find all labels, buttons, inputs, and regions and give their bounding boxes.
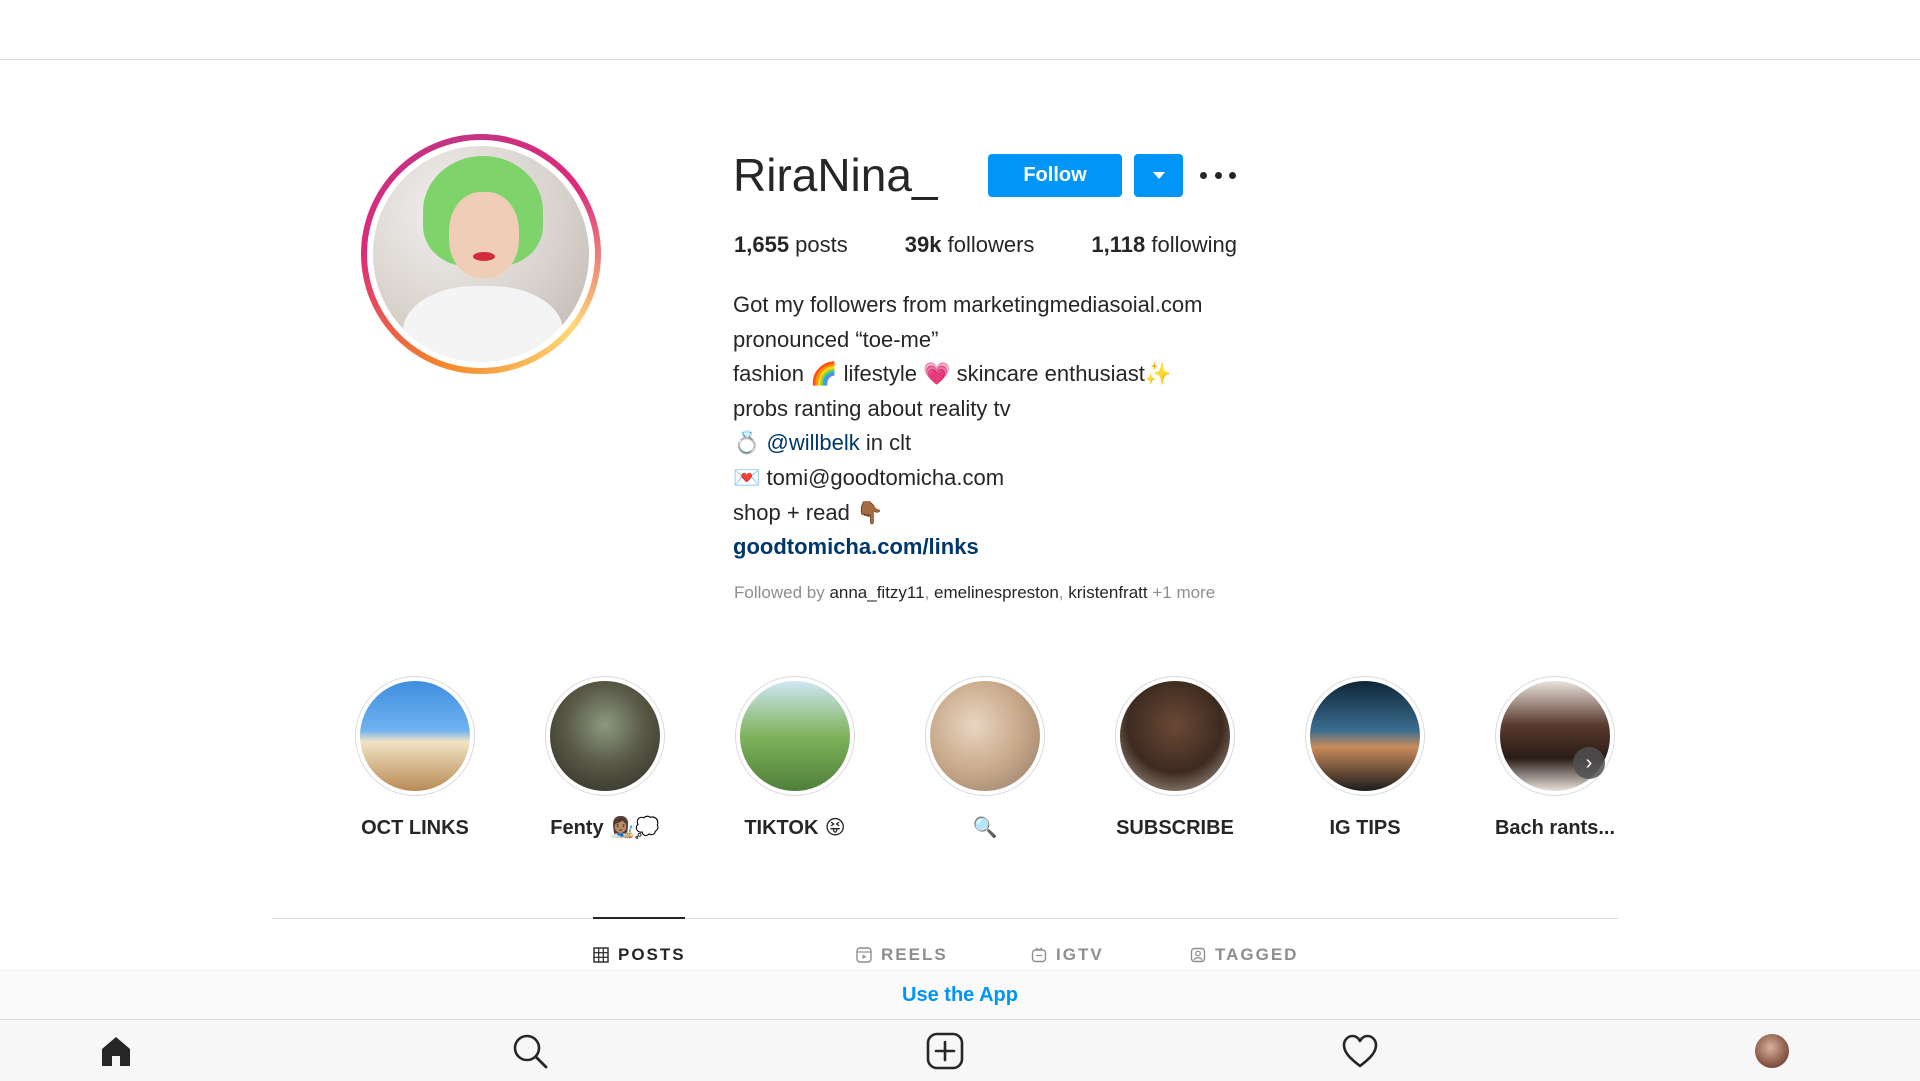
- followed-by[interactable]: Followed by anna_fitzy11, emelinespresto…: [734, 583, 1215, 603]
- bottom-navigation: [0, 1019, 1920, 1081]
- activity-heart-icon: [1342, 1034, 1378, 1068]
- magnifier-emoji: 🔍: [972, 815, 998, 839]
- top-bar: [0, 0, 1920, 60]
- more-dots-icon: [1200, 171, 1207, 179]
- follower-account-link[interactable]: anna_fitzy11: [829, 583, 924, 602]
- nav-search-button[interactable]: [510, 1031, 550, 1071]
- more-options-button[interactable]: [1198, 160, 1238, 190]
- home-icon: [102, 1037, 130, 1066]
- story-highlights: OCT LINKS Fenty 👩🏽‍🎨💭 TIKTOK 😝 🔍 SUBSCRI…: [330, 676, 1615, 846]
- bio-line: shop + read 👇🏾: [733, 499, 884, 526]
- highlight-cover: [1120, 681, 1230, 791]
- nav-profile-button[interactable]: [1752, 1031, 1792, 1071]
- follower-account-link[interactable]: emelinespreston: [934, 583, 1059, 602]
- highlight-bach-rants[interactable]: Bach rants...: [1470, 676, 1640, 840]
- igtv-icon: [1031, 947, 1047, 963]
- bio-line: goodtomicha.com/links: [733, 530, 1202, 565]
- highlight-search[interactable]: 🔍: [900, 676, 1070, 840]
- highlight-subscribe[interactable]: SUBSCRIBE: [1090, 676, 1260, 840]
- profile-avatar-small: [1755, 1034, 1789, 1068]
- tab-reels[interactable]: REELS: [856, 945, 948, 965]
- profile-username: RiraNina_: [733, 149, 938, 201]
- nav-new-post-button[interactable]: [925, 1031, 965, 1071]
- highlight-cover: [360, 681, 470, 791]
- bio-line: Got my followers from marketingmediasoia…: [733, 292, 1203, 317]
- tab-posts[interactable]: POSTS: [593, 945, 686, 965]
- bio-line: fashion 🌈 lifestyle 💗 skincare enthusias…: [733, 361, 1173, 388]
- pointing-down-emoji: 👇🏾: [855, 500, 884, 526]
- caret-down-icon: [1152, 172, 1165, 179]
- highlight-cover: [740, 681, 850, 791]
- bio-mention-link[interactable]: @willbelk: [767, 430, 860, 455]
- following-link[interactable]: 1,118 following: [1091, 232, 1237, 258]
- bio-line: 💌 tomi@goodtomicha.com: [733, 464, 1005, 491]
- active-tab-indicator: [593, 917, 685, 919]
- grid-icon: [593, 947, 609, 963]
- tab-tagged[interactable]: TAGGED: [1190, 945, 1298, 965]
- new-post-icon: [926, 1032, 964, 1070]
- tab-igtv[interactable]: IGTV: [1031, 945, 1104, 965]
- profile-bio: Got my followers from marketingmediasoia…: [733, 288, 1202, 565]
- use-the-app-banner[interactable]: Use the App: [0, 970, 1920, 1021]
- profile-avatar: [373, 146, 589, 362]
- nav-activity-button[interactable]: [1340, 1031, 1380, 1071]
- bio-website-link[interactable]: goodtomicha.com/links: [733, 534, 979, 559]
- nav-home-button[interactable]: [96, 1031, 136, 1071]
- highlight-cover: [1310, 681, 1420, 791]
- tagged-icon: [1190, 947, 1206, 963]
- profile-stats: 1,655 posts 39k followers 1,118 followin…: [734, 232, 1294, 258]
- highlight-oct-links[interactable]: OCT LINKS: [330, 676, 500, 840]
- highlight-fenty[interactable]: Fenty 👩🏽‍🎨💭: [520, 676, 690, 840]
- ring-emoji: 💍: [733, 431, 761, 457]
- sparkles-emoji: ✨: [1144, 362, 1173, 388]
- follower-account-link[interactable]: kristenfratt: [1068, 583, 1147, 602]
- highlight-tiktok[interactable]: TIKTOK 😝: [710, 676, 880, 840]
- reels-icon: [856, 947, 872, 963]
- suggested-accounts-dropdown-button[interactable]: [1134, 154, 1183, 197]
- heart-emoji: 💗: [923, 362, 951, 388]
- love-letter-emoji: 💌: [733, 465, 761, 491]
- profile-avatar-story-ring[interactable]: [361, 134, 601, 374]
- highlights-next-button[interactable]: ›: [1573, 747, 1605, 779]
- posts-count: 1,655 posts: [734, 232, 848, 257]
- bio-line: 💍 @willbelk in clt: [733, 430, 912, 457]
- rainbow-emoji: 🌈: [810, 362, 838, 388]
- highlight-ig-tips[interactable]: IG TIPS: [1280, 676, 1450, 840]
- bio-line: probs ranting about reality tv: [733, 395, 1011, 421]
- followers-link[interactable]: 39k followers: [905, 232, 1035, 258]
- bio-line: pronounced “toe-me”: [733, 326, 939, 352]
- tabs-divider: [272, 918, 1618, 919]
- follow-button[interactable]: Follow: [988, 154, 1122, 197]
- highlight-cover: [930, 681, 1040, 791]
- search-icon: [513, 1034, 548, 1069]
- highlight-cover: [550, 681, 660, 791]
